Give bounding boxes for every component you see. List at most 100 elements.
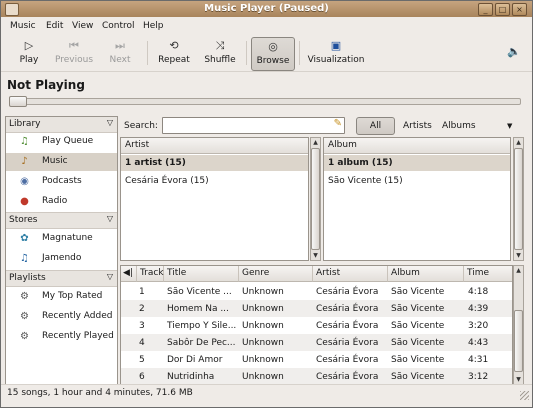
repeat-button[interactable]: ⟲ Repeat xyxy=(156,37,192,69)
sidebar-item-magnatune[interactable]: ✿ Magnatune xyxy=(6,230,117,248)
clear-search-icon[interactable]: ✎ xyxy=(334,118,342,129)
menu-music[interactable]: Music xyxy=(10,21,36,31)
track-album: São Vicente xyxy=(391,304,445,314)
minimize-button[interactable]: _ xyxy=(478,3,493,16)
sidebar-item-music[interactable]: ♪ Music xyxy=(6,153,117,171)
sidebar-item-podcasts[interactable]: ◉ Podcasts xyxy=(6,173,117,191)
track-artist: Cesária Évora xyxy=(316,287,379,297)
scroll-down-arrow-icon[interactable]: ▼ xyxy=(514,375,523,384)
menu-view[interactable]: View xyxy=(72,21,93,31)
table-row[interactable]: 4 Sabôr De Pec... Unknown Cesária Évora … xyxy=(121,334,512,351)
scrollbar-thumb[interactable] xyxy=(514,310,523,372)
playlists-header-label: Playlists xyxy=(9,273,46,283)
filter-all-button[interactable]: All xyxy=(356,117,395,135)
sidebar-item-play-queue[interactable]: ♫ Play Queue xyxy=(6,133,117,151)
filter-albums-button[interactable]: Albums xyxy=(442,121,476,131)
list-item[interactable]: São Vicente (15) xyxy=(324,173,510,189)
scrollbar-thumb[interactable] xyxy=(311,148,320,250)
artist-scrollbar[interactable]: ▲ ▼ xyxy=(310,137,321,261)
column-header-time[interactable]: Time xyxy=(464,266,512,282)
table-row[interactable]: 6 Nutridinha Unknown Cesária Évora São V… xyxy=(121,368,512,384)
menu-edit[interactable]: Edit xyxy=(46,21,63,31)
sidebar-item-label: Jamendo xyxy=(42,253,82,263)
menu-bar: Music Edit View Control Help xyxy=(1,18,532,34)
column-header-album[interactable]: Album xyxy=(388,266,464,282)
visualization-button[interactable]: ▣ Visualization xyxy=(306,37,366,69)
scroll-up-arrow-icon[interactable]: ▲ xyxy=(514,266,523,275)
playlists-section-header[interactable]: Playlists ▽ xyxy=(6,270,117,287)
resize-grip-icon[interactable] xyxy=(520,391,529,400)
track-genre: Unknown xyxy=(242,304,284,314)
column-header-title[interactable]: Title xyxy=(164,266,239,282)
search-label: Search: xyxy=(124,121,158,131)
sidebar-item-jamendo[interactable]: ♫ Jamendo xyxy=(6,250,117,268)
scroll-up-arrow-icon[interactable]: ▲ xyxy=(514,138,523,147)
column-header-artist[interactable]: Artist xyxy=(313,266,388,282)
browse-button[interactable]: ◎ Browse xyxy=(251,37,295,71)
column-header-genre[interactable]: Genre xyxy=(239,266,313,282)
track-number: 6 xyxy=(139,372,145,382)
album-column-header[interactable]: Album xyxy=(324,138,510,154)
visualization-label: Visualization xyxy=(307,55,365,65)
track-title: Sabôr De Pec... xyxy=(167,338,236,348)
toolbar-separator xyxy=(147,41,148,65)
sidebar-item-my-top-rated[interactable]: ⚙ My Top Rated xyxy=(6,288,117,306)
collapse-arrow-icon[interactable]: ▽ xyxy=(107,118,113,127)
collapse-arrow-icon[interactable]: ▽ xyxy=(107,214,113,223)
volume-icon: 🔈 xyxy=(507,45,521,58)
stores-section-header[interactable]: Stores ▽ xyxy=(6,212,117,229)
sidebar-item-label: My Top Rated xyxy=(42,291,103,301)
library-section-header[interactable]: Library ▽ xyxy=(6,117,117,133)
scroll-down-arrow-icon[interactable]: ▼ xyxy=(311,251,320,260)
album-scrollbar[interactable]: ▲ ▼ xyxy=(513,137,524,261)
scrollbar-thumb[interactable] xyxy=(514,148,523,250)
play-button[interactable]: ▷ Play xyxy=(13,37,45,69)
filter-more-arrow-icon[interactable]: ▼ xyxy=(507,122,512,130)
track-time: 4:31 xyxy=(468,355,489,365)
smart-playlist-icon: ⚙ xyxy=(20,291,29,302)
track-artist: Cesária Évora xyxy=(316,372,379,382)
scroll-down-arrow-icon[interactable]: ▼ xyxy=(514,251,523,260)
table-row[interactable]: 1 São Vicente ... Unknown Cesária Évora … xyxy=(121,283,512,300)
shuffle-label: Shuffle xyxy=(204,55,236,65)
artist-browser: Artist 1 artist (15) Cesária Évora (15) xyxy=(120,137,309,261)
table-row[interactable]: 2 Homem Na ... Unknown Cesária Évora São… xyxy=(121,300,512,317)
volume-button[interactable]: 🔈 xyxy=(506,43,522,59)
column-header-label: Album xyxy=(391,268,420,278)
list-item[interactable]: 1 album (15) xyxy=(324,155,510,171)
seek-slider[interactable] xyxy=(9,96,521,107)
sidebar-item-radio[interactable]: ● Radio xyxy=(6,193,117,211)
column-header-track[interactable]: Track xyxy=(137,266,164,282)
track-title: São Vicente ... xyxy=(167,287,232,297)
close-button[interactable]: × xyxy=(512,3,527,16)
filter-artists-button[interactable]: Artists xyxy=(403,121,432,131)
menu-help[interactable]: Help xyxy=(143,21,164,31)
list-item[interactable]: Cesária Évora (15) xyxy=(121,173,308,189)
playing-column-header[interactable]: ◀| xyxy=(121,266,137,282)
main-window: Music Player (Paused) _ □ × Music Edit V… xyxy=(0,0,533,408)
window-title: Music Player (Paused) xyxy=(204,3,329,14)
radio-icon: ● xyxy=(20,196,29,207)
status-bar: 15 songs, 1 hour and 4 minutes, 71.6 MB xyxy=(1,384,532,403)
speaker-icon: ◀| xyxy=(123,268,133,278)
table-row[interactable]: 3 Tiempo Y Sile... Unknown Cesária Évora… xyxy=(121,317,512,334)
search-input[interactable]: ✎ xyxy=(162,117,345,134)
shuffle-button[interactable]: ⤨ Shuffle xyxy=(201,37,239,69)
toolbar: ▷ Play ⏮ Previous ⏭ Next ⟲ Repeat ⤨ Shuf… xyxy=(1,35,532,72)
artist-column-header[interactable]: Artist xyxy=(121,138,308,154)
track-list-scrollbar[interactable]: ▲ ▼ xyxy=(513,265,524,385)
track-time: 4:39 xyxy=(468,304,489,314)
scroll-up-arrow-icon[interactable]: ▲ xyxy=(311,138,320,147)
seek-slider-handle[interactable] xyxy=(9,96,27,107)
previous-button[interactable]: ⏮ Previous xyxy=(53,37,95,69)
track-number: 1 xyxy=(139,287,145,297)
sidebar-item-recently-played[interactable]: ⚙ Recently Played xyxy=(6,328,117,346)
sidebar-item-recently-added[interactable]: ⚙ Recently Added xyxy=(6,308,117,326)
list-item[interactable]: 1 artist (15) xyxy=(121,155,308,171)
table-row[interactable]: 5 Dor Di Amor Unknown Cesária Évora São … xyxy=(121,351,512,368)
menu-control[interactable]: Control xyxy=(102,21,135,31)
magnatune-icon: ✿ xyxy=(20,233,29,244)
collapse-arrow-icon[interactable]: ▽ xyxy=(107,272,113,281)
maximize-button[interactable]: □ xyxy=(495,3,510,16)
next-button[interactable]: ⏭ Next xyxy=(104,37,136,69)
